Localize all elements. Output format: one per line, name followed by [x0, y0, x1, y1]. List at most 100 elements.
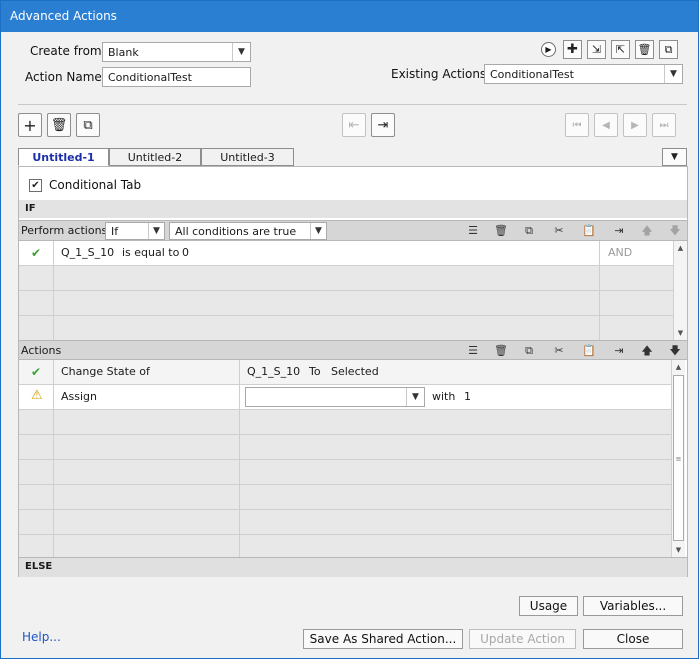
- table-row[interactable]: [19, 535, 671, 557]
- assign-variable-dropdown[interactable]: ▼: [245, 387, 425, 407]
- cut-icon[interactable]: ✂: [550, 343, 568, 359]
- condition-operator[interactable]: is equal to: [122, 241, 179, 265]
- check-icon: ✔: [31, 246, 42, 260]
- actions-grid: ✔ Change State of Q_1_S_10 To Selected ⚠…: [19, 360, 671, 557]
- chevron-down-icon: ▼: [664, 65, 682, 83]
- table-row[interactable]: [19, 291, 673, 316]
- tab-untitled-3[interactable]: Untitled-3: [201, 148, 294, 166]
- tab-label: Untitled-1: [32, 151, 95, 164]
- insert-after-icon[interactable]: ⇥: [610, 343, 628, 359]
- conditional-tab-checkbox[interactable]: ✔: [29, 179, 42, 192]
- copy-decision-button[interactable]: ⧉: [76, 113, 100, 137]
- variables-label: Variables...: [599, 599, 667, 613]
- table-row[interactable]: ✔ Change State of Q_1_S_10 To Selected: [19, 360, 671, 385]
- actions-scrollbar[interactable]: ▲ ≡ ▼: [671, 360, 685, 557]
- action-name-input[interactable]: ConditionalTest: [102, 67, 251, 87]
- conditions-grid: ✔ Q_1_S_10 is equal to 0 AND: [19, 241, 673, 340]
- usage-button[interactable]: Usage: [519, 596, 578, 616]
- assign-with-label: with: [432, 390, 456, 403]
- condition-value[interactable]: 0: [182, 241, 189, 265]
- tab-untitled-1[interactable]: Untitled-1: [18, 148, 109, 166]
- warning-icon: ⚠: [31, 388, 43, 403]
- table-row[interactable]: [19, 435, 671, 460]
- add-decision-button[interactable]: +: [18, 113, 42, 137]
- table-row[interactable]: [19, 266, 673, 291]
- scroll-thumb[interactable]: ≡: [673, 375, 684, 541]
- else-band[interactable]: ELSE: [19, 557, 687, 577]
- table-row[interactable]: [19, 485, 671, 510]
- tab-menu-button[interactable]: ▼: [662, 148, 687, 166]
- table-row[interactable]: ⚠ Assign ▼ with 1: [19, 385, 671, 410]
- action-name[interactable]: Change State of: [61, 360, 150, 384]
- tab-label: Untitled-2: [127, 151, 183, 164]
- tab-untitled-2[interactable]: Untitled-2: [109, 148, 201, 166]
- create-from-dropdown[interactable]: Blank ▼: [102, 42, 251, 62]
- last-icon[interactable]: ⏭: [652, 113, 676, 137]
- checkmark-icon: ✔: [31, 180, 40, 191]
- table-row[interactable]: [19, 460, 671, 485]
- delete-action-icon[interactable]: 🗑: [635, 40, 654, 59]
- trash-icon[interactable]: 🗑: [492, 223, 510, 239]
- scroll-up-icon[interactable]: ▲: [672, 360, 685, 374]
- action-target[interactable]: Q_1_S_10: [247, 360, 300, 384]
- insert-after-icon[interactable]: ⇥: [610, 223, 628, 239]
- move-down-icon[interactable]: 🡇: [666, 343, 684, 359]
- insert-row-icon[interactable]: ☰: [464, 223, 482, 239]
- table-row[interactable]: ✔ Q_1_S_10 is equal to 0 AND: [19, 241, 673, 266]
- condition-variable[interactable]: Q_1_S_10: [61, 241, 114, 265]
- check-icon: ✔: [31, 365, 42, 379]
- variables-button[interactable]: Variables...: [583, 596, 683, 616]
- condition-logic[interactable]: AND: [608, 241, 632, 265]
- import-icon[interactable]: ⇲: [587, 40, 606, 59]
- add-condition-button[interactable]: ⇥: [371, 113, 395, 137]
- if-band: IF: [19, 200, 687, 218]
- paste-icon[interactable]: 📋: [580, 223, 598, 239]
- move-up-icon[interactable]: 🡅: [638, 343, 656, 359]
- prev-icon[interactable]: ◀: [594, 113, 618, 137]
- perform-actions-dropdown[interactable]: If ▼: [105, 222, 165, 240]
- first-icon[interactable]: ⏮: [565, 113, 589, 137]
- table-row[interactable]: [19, 410, 671, 435]
- decision-panel: ✔ Conditional Tab IF Perform actions: If…: [18, 166, 688, 577]
- table-row[interactable]: [19, 510, 671, 535]
- save-shared-label: Save As Shared Action...: [309, 632, 457, 646]
- actions-toolbar: Actions ☰ 🗑 ⧉ ✂ 📋 ⇥ 🡅 🡇: [19, 340, 687, 360]
- conditions-dropdown[interactable]: All conditions are true ▼: [169, 222, 327, 240]
- else-label: ELSE: [25, 561, 53, 572]
- existing-actions-value: ConditionalTest: [490, 68, 574, 81]
- column-divider: [53, 241, 54, 340]
- trash-icon[interactable]: 🗑: [492, 343, 510, 359]
- copy-icon[interactable]: ⧉: [520, 343, 538, 359]
- close-button[interactable]: Close: [583, 629, 683, 649]
- existing-actions-dropdown[interactable]: ConditionalTest ▼: [484, 64, 683, 84]
- action-to-label: To: [309, 365, 321, 378]
- remove-condition-button[interactable]: ⇤: [342, 113, 366, 137]
- action-name[interactable]: Assign: [61, 385, 97, 409]
- next-icon[interactable]: ▶: [623, 113, 647, 137]
- scroll-up-icon[interactable]: ▲: [674, 241, 687, 255]
- add-action-icon[interactable]: ✚: [563, 40, 582, 59]
- chevron-down-icon: ▼: [671, 152, 678, 162]
- duplicate-icon[interactable]: ⧉: [659, 40, 678, 59]
- tab-label: Untitled-3: [220, 151, 275, 164]
- update-label: Update Action: [480, 632, 565, 646]
- cut-icon[interactable]: ✂: [550, 223, 568, 239]
- table-row[interactable]: [19, 316, 673, 340]
- copy-icon[interactable]: ⧉: [520, 223, 538, 239]
- export-icon[interactable]: ⇱: [611, 40, 630, 59]
- help-link[interactable]: Help...: [22, 630, 61, 644]
- paste-icon[interactable]: 📋: [580, 343, 598, 359]
- scroll-down-icon[interactable]: ▼: [672, 543, 685, 557]
- move-up-icon[interactable]: 🡅: [638, 223, 656, 239]
- move-down-icon[interactable]: 🡇: [666, 223, 684, 239]
- insert-row-icon[interactable]: ☰: [464, 343, 482, 359]
- conditions-scrollbar[interactable]: ▲ ▼: [673, 241, 687, 340]
- assign-value[interactable]: 1: [464, 385, 471, 409]
- save-shared-action-button[interactable]: Save As Shared Action...: [303, 629, 463, 649]
- delete-decision-button[interactable]: 🗑: [47, 113, 71, 137]
- preview-icon[interactable]: ▶: [541, 42, 556, 57]
- update-action-button[interactable]: Update Action: [469, 629, 576, 649]
- action-state[interactable]: Selected: [331, 360, 379, 384]
- column-divider: [599, 241, 600, 340]
- scroll-down-icon[interactable]: ▼: [674, 326, 687, 340]
